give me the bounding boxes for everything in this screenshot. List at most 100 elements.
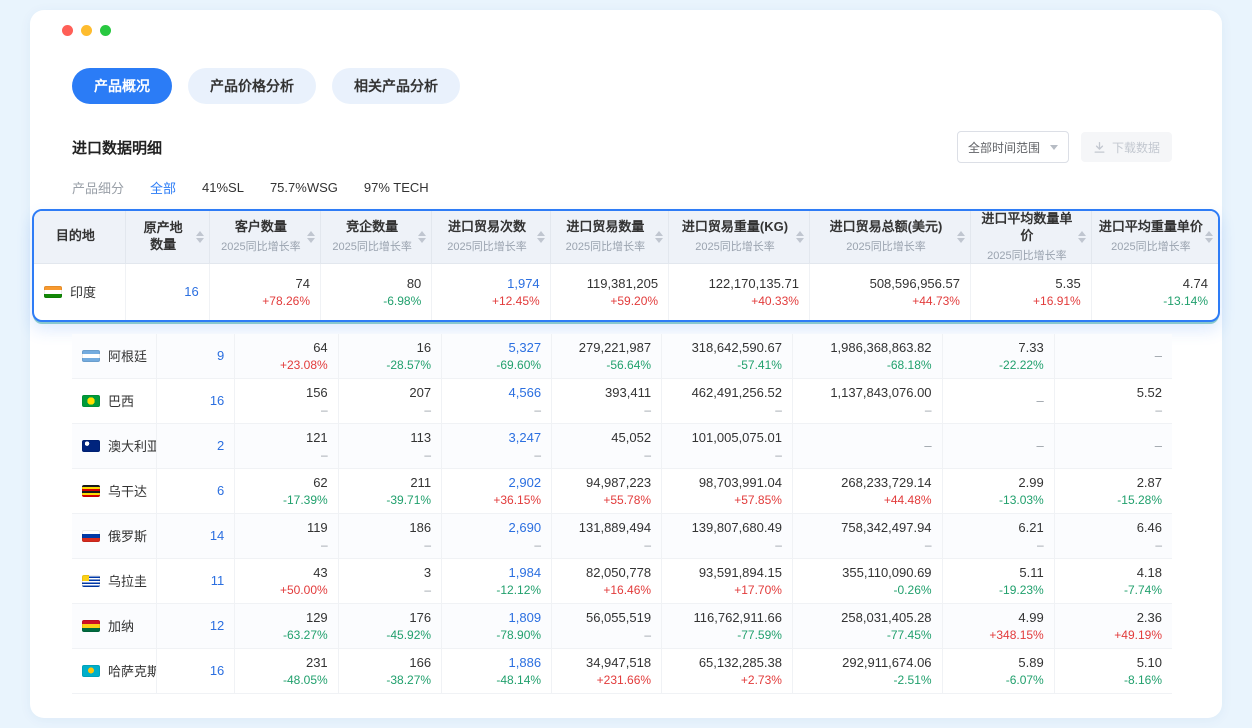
metric-value[interactable]: 3,247 bbox=[452, 430, 541, 446]
metric-cell: 98,703,991.04 +57.85% bbox=[662, 468, 793, 513]
yoy-growth: +40.33% bbox=[679, 294, 799, 308]
origin-count-cell[interactable]: 6 bbox=[157, 468, 235, 513]
origin-count-value[interactable]: 16 bbox=[167, 663, 224, 679]
tab-product-overview[interactable]: 产品概况 bbox=[72, 68, 172, 104]
metric-cell: 139,807,680.49– bbox=[662, 513, 793, 558]
col-header-9[interactable]: 进口平均重量单价2025同比增长率 bbox=[1091, 211, 1218, 263]
sort-icon[interactable] bbox=[1078, 231, 1086, 243]
table-row[interactable]: 俄罗斯14119–186–2,690–131,889,494–139,807,6… bbox=[72, 513, 1172, 558]
metric-value[interactable]: 4,566 bbox=[452, 385, 541, 401]
tab-related-products[interactable]: 相关产品分析 bbox=[332, 68, 460, 104]
col-header-1[interactable]: 原产地 数量 bbox=[125, 211, 209, 263]
metric-value[interactable]: 5,327 bbox=[452, 340, 541, 356]
sort-icon[interactable] bbox=[418, 231, 426, 243]
sort-icon[interactable] bbox=[1205, 231, 1213, 243]
col-header-2[interactable]: 客户数量2025同比增长率 bbox=[209, 211, 320, 263]
sort-icon[interactable] bbox=[655, 231, 663, 243]
origin-count-value[interactable]: 16 bbox=[136, 284, 199, 300]
metric-cell[interactable]: 2,902+36.15% bbox=[442, 468, 552, 513]
origin-count-value[interactable]: 2 bbox=[167, 438, 224, 454]
origin-count-value[interactable]: 11 bbox=[167, 573, 224, 589]
sort-icon[interactable] bbox=[537, 231, 545, 243]
metric-cell[interactable]: 1,974+12.45% bbox=[432, 263, 550, 320]
origin-count-value[interactable]: 9 bbox=[167, 348, 224, 364]
origin-count-cell[interactable]: 2 bbox=[157, 423, 235, 468]
origin-count-value[interactable]: 14 bbox=[167, 528, 224, 544]
kazakhstan-flag-icon bbox=[82, 665, 100, 677]
metric-value[interactable]: 1,984 bbox=[452, 565, 541, 581]
origin-count-cell[interactable]: 16 bbox=[157, 648, 235, 693]
metric-value: 2.87 bbox=[1065, 475, 1162, 491]
country-name: 阿根廷 bbox=[108, 349, 147, 364]
metric-value: 98,703,991.04 bbox=[672, 475, 782, 491]
table-row[interactable]: 阿根廷964+23.08%16-28.57%5,327-69.60%279,22… bbox=[72, 334, 1172, 379]
metric-cell: 508,596,956.57+44.73% bbox=[809, 263, 970, 320]
metric-cell: 16-28.57% bbox=[338, 334, 441, 379]
table-row[interactable]: 乌干达662-17.39%211-39.71%2,902+36.15%94,98… bbox=[72, 468, 1172, 513]
country-cell: 乌拉圭 bbox=[72, 558, 157, 603]
col-header-6[interactable]: 进口贸易重量(KG)2025同比增长率 bbox=[669, 211, 810, 263]
table-row[interactable]: 巴西16156–207–4,566–393,411–462,491,256.52… bbox=[72, 378, 1172, 423]
table-row[interactable]: 哈萨克斯坦16231-48.05%166-38.27%1,886-48.14%3… bbox=[72, 648, 1172, 693]
sort-icon[interactable] bbox=[796, 231, 804, 243]
yoy-growth: – bbox=[672, 538, 782, 552]
yoy-growth: – bbox=[245, 448, 327, 462]
origin-count-value[interactable]: 16 bbox=[167, 393, 224, 409]
yoy-growth: – bbox=[562, 538, 651, 552]
origin-count-value[interactable]: 6 bbox=[167, 483, 224, 499]
sort-icon[interactable] bbox=[307, 231, 315, 243]
metric-cell[interactable]: 1,984-12.12% bbox=[442, 558, 552, 603]
origin-count-cell[interactable]: 12 bbox=[157, 603, 235, 648]
metric-cell[interactable]: 1,809-78.90% bbox=[442, 603, 552, 648]
origin-count-cell[interactable]: 11 bbox=[157, 558, 235, 603]
origin-count-cell[interactable]: 16 bbox=[125, 263, 209, 320]
metric-cell[interactable]: 5,327-69.60% bbox=[442, 334, 552, 379]
metric-cell: 279,221,987-56.64% bbox=[552, 334, 662, 379]
country-name: 哈萨克斯坦 bbox=[108, 664, 157, 679]
metric-value[interactable]: 1,886 bbox=[452, 655, 541, 671]
table-row[interactable]: 印度1674+78.26%80-6.98%1,974+12.45%119,381… bbox=[34, 263, 1218, 320]
table-row[interactable]: 加纳12129-63.27%176-45.92%1,809-78.90%56,0… bbox=[72, 603, 1172, 648]
col-header-5[interactable]: 进口贸易数量2025同比增长率 bbox=[550, 211, 668, 263]
yoy-growth: – bbox=[452, 403, 541, 417]
col-header-label: 进口贸易数量 bbox=[557, 219, 654, 236]
metric-value: 34,947,518 bbox=[562, 655, 651, 671]
col-header-label: 原产地 数量 bbox=[132, 220, 195, 254]
yoy-growth: -68.18% bbox=[803, 358, 932, 372]
metric-value[interactable]: 2,690 bbox=[452, 520, 541, 536]
yoy-growth: +57.85% bbox=[672, 493, 782, 507]
download-data-button[interactable]: 下载数据 bbox=[1081, 132, 1172, 162]
metric-cell[interactable]: 1,886-48.14% bbox=[442, 648, 552, 693]
metric-cell: 43+50.00% bbox=[235, 558, 338, 603]
sort-icon[interactable] bbox=[957, 231, 965, 243]
origin-count-cell[interactable]: 14 bbox=[157, 513, 235, 558]
col-header-8[interactable]: 进口平均数量单价2025同比增长率 bbox=[970, 211, 1091, 263]
import-data-table-body: 阿根廷964+23.08%16-28.57%5,327-69.60%279,22… bbox=[72, 334, 1172, 694]
sort-icon[interactable] bbox=[196, 231, 204, 243]
metric-cell[interactable]: 2,690– bbox=[442, 513, 552, 558]
close-window-icon[interactable] bbox=[62, 25, 73, 36]
col-header-7[interactable]: 进口贸易总额(美元)2025同比增长率 bbox=[809, 211, 970, 263]
origin-count-cell[interactable]: 16 bbox=[157, 378, 235, 423]
time-range-select[interactable]: 全部时间范围 bbox=[957, 131, 1069, 163]
col-header-4[interactable]: 进口贸易次数2025同比增长率 bbox=[432, 211, 550, 263]
filter-option-41sl[interactable]: 41%SL bbox=[202, 180, 244, 195]
table-row[interactable]: 乌拉圭1143+50.00%3–1,984-12.12%82,050,778+1… bbox=[72, 558, 1172, 603]
origin-count-value[interactable]: 12 bbox=[167, 618, 224, 634]
col-header-3[interactable]: 竞企数量2025同比增长率 bbox=[321, 211, 432, 263]
filter-option-97tech[interactable]: 97% TECH bbox=[364, 180, 429, 195]
tab-price-analysis[interactable]: 产品价格分析 bbox=[188, 68, 316, 104]
minimize-window-icon[interactable] bbox=[81, 25, 92, 36]
origin-count-cell[interactable]: 9 bbox=[157, 334, 235, 379]
metric-cell: 292,911,674.06-2.51% bbox=[792, 648, 942, 693]
metric-value[interactable]: 1,809 bbox=[452, 610, 541, 626]
filter-option-757wsg[interactable]: 75.7%WSG bbox=[270, 180, 338, 195]
metric-cell[interactable]: 4,566 – bbox=[442, 378, 552, 423]
metric-cell[interactable]: 3,247– bbox=[442, 423, 552, 468]
metric-value[interactable]: 2,902 bbox=[452, 475, 541, 491]
table-row[interactable]: 澳大利亚2121–113–3,247–45,052–101,005,075.01… bbox=[72, 423, 1172, 468]
maximize-window-icon[interactable] bbox=[100, 25, 111, 36]
metric-value[interactable]: 1,974 bbox=[442, 276, 539, 292]
filter-option-all[interactable]: 全部 bbox=[150, 178, 176, 197]
metric-value: 355,110,090.69 bbox=[803, 565, 932, 581]
